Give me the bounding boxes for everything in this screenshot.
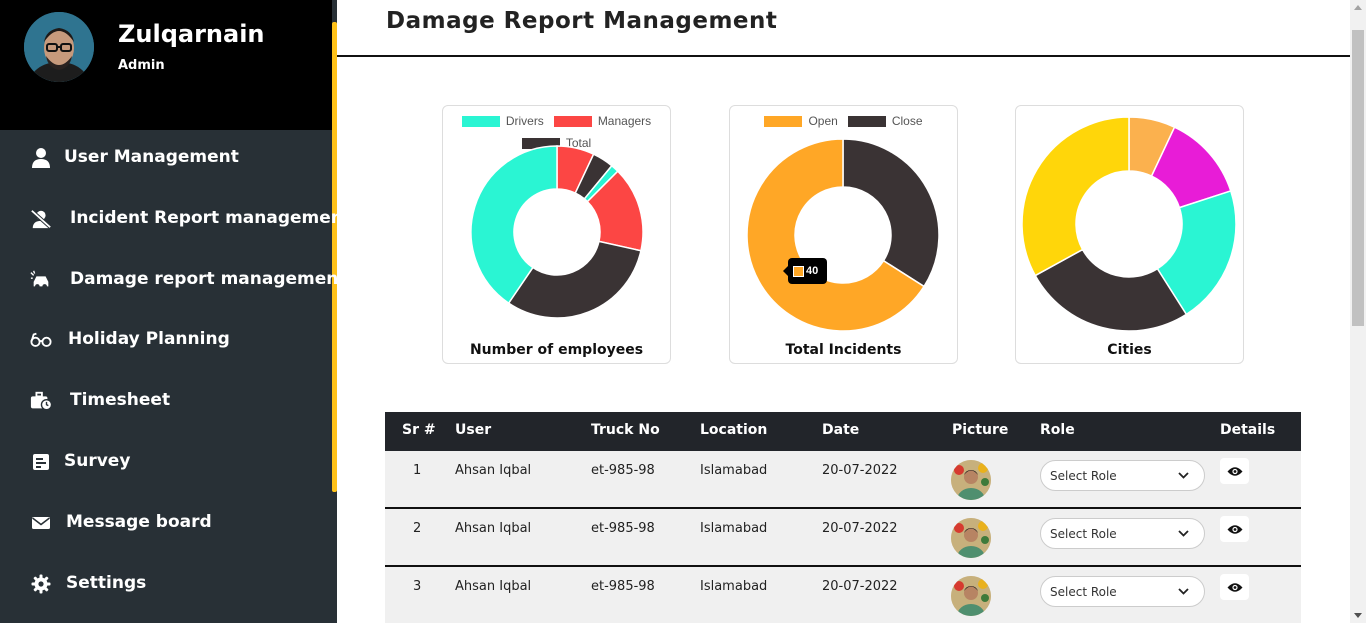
- user-icon: [30, 148, 52, 168]
- cell-location: Islamabad: [700, 521, 768, 536]
- glasses-icon: [30, 330, 52, 350]
- cell-date: 20-07-2022: [822, 463, 898, 478]
- cell-date: 20-07-2022: [822, 521, 898, 536]
- sidebar-item-label: Settings: [66, 573, 147, 593]
- table-row: 3 Ahsan Iqbal et-985-98 Islamabad 20-07-…: [385, 567, 1301, 623]
- cell-location: Islamabad: [700, 579, 768, 594]
- sidebar-item-timesheet[interactable]: Timesheet: [0, 381, 332, 421]
- sidebar-item-settings[interactable]: Settings: [0, 564, 332, 604]
- column-header: Picture: [952, 422, 1009, 438]
- tooltip-swatch: [793, 265, 804, 277]
- column-header: Role: [1040, 422, 1075, 438]
- sidebar-item-label: Holiday Planning: [68, 329, 230, 349]
- main-content: Damage Report Management Drivers Manager…: [337, 0, 1350, 623]
- page-title: Damage Report Management: [386, 8, 778, 34]
- role-select[interactable]: Select Role: [1040, 460, 1205, 491]
- cell-user: Ahsan Iqbal: [455, 463, 532, 478]
- chart-caption: Cities: [1107, 342, 1152, 358]
- cell-location: Islamabad: [700, 463, 768, 478]
- role-select[interactable]: Select Role: [1040, 576, 1205, 607]
- profile-header: Zulqarnain Admin: [0, 0, 332, 130]
- sidebar-item-incident-report[interactable]: Incident Report management: [0, 199, 351, 239]
- profile-name: Zulqarnain: [118, 20, 265, 48]
- view-details-button[interactable]: [1220, 516, 1249, 542]
- table-row: 1 Ahsan Iqbal et-985-98 Islamabad 20-07-…: [385, 451, 1301, 509]
- role-select-value: Select Role: [1050, 526, 1117, 541]
- app-window: Zulqarnain Admin User Management Inciden…: [0, 0, 1366, 623]
- role-select[interactable]: Select Role: [1040, 518, 1205, 549]
- sidebar-item-label: Incident Report management: [70, 208, 352, 228]
- donut-slice[interactable]: [1021, 116, 1130, 277]
- cell-truck-no: et-985-98: [591, 579, 655, 594]
- role-select-value: Select Role: [1050, 468, 1117, 483]
- business-time-icon: [30, 391, 52, 411]
- chevron-down-icon: [1178, 530, 1189, 537]
- view-details-button[interactable]: [1220, 458, 1249, 484]
- user-slash-icon: [30, 209, 52, 229]
- view-details-button[interactable]: [1220, 574, 1249, 600]
- avatar[interactable]: [24, 12, 94, 82]
- poll-icon: [30, 452, 52, 472]
- sidebar-item-label: Timesheet: [70, 390, 171, 410]
- sidebar-item-survey[interactable]: Survey: [0, 442, 332, 482]
- sidebar-item-message-board[interactable]: Message board: [0, 503, 332, 543]
- tooltip-value: 40: [806, 265, 819, 277]
- employees-chart-card: Drivers Managers Total Number of employe…: [442, 105, 671, 364]
- sidebar-item-damage-report[interactable]: Damage report management: [0, 260, 347, 300]
- table-header: Sr # User Truck No Location Date Picture…: [385, 412, 1301, 451]
- envelope-icon: [30, 513, 52, 533]
- column-header: Location: [700, 422, 768, 438]
- employees-donut-chart: [470, 145, 644, 319]
- scroll-up-arrow-icon[interactable]: [1354, 5, 1362, 10]
- cell-truck-no: et-985-98: [591, 521, 655, 536]
- incidents-chart-card: Open Close Total Incidents: [729, 105, 958, 364]
- eye-icon: [1227, 582, 1242, 592]
- column-header: Truck No: [591, 422, 660, 438]
- sidebar-item-label: User Management: [64, 147, 239, 167]
- cell-sr: 3: [413, 579, 422, 594]
- chevron-down-icon: [1178, 472, 1189, 479]
- user-picture[interactable]: [951, 576, 991, 616]
- sidebar-item-label: Damage report management: [70, 269, 347, 289]
- scrollbar-thumb[interactable]: [1352, 30, 1364, 326]
- sidebar-item-label: Survey: [64, 451, 131, 471]
- user-picture[interactable]: [951, 518, 991, 558]
- role-select-value: Select Role: [1050, 584, 1117, 599]
- donut-slice[interactable]: [842, 138, 940, 288]
- gear-icon: [30, 574, 52, 594]
- chart-tooltip: 40: [783, 258, 827, 284]
- car-crash-icon: [30, 270, 52, 290]
- sidebar-item-holiday-planning[interactable]: Holiday Planning: [0, 320, 332, 360]
- cell-user: Ahsan Iqbal: [455, 579, 532, 594]
- profile-role: Admin: [118, 58, 165, 73]
- table-row: 2 Ahsan Iqbal et-985-98 Islamabad 20-07-…: [385, 509, 1301, 567]
- cell-sr: 2: [413, 521, 422, 536]
- column-header: Sr #: [402, 422, 436, 438]
- donut-slice[interactable]: [507, 240, 642, 319]
- page-scrollbar[interactable]: [1350, 0, 1366, 623]
- cell-user: Ahsan Iqbal: [455, 521, 532, 536]
- cities-donut-chart: [1021, 116, 1237, 332]
- scroll-down-arrow-icon[interactable]: [1354, 613, 1362, 618]
- eye-icon: [1227, 524, 1242, 534]
- chevron-down-icon: [1178, 588, 1189, 595]
- incidents-donut-chart: [746, 138, 940, 332]
- title-divider: [337, 55, 1350, 57]
- sidebar-item-user-management[interactable]: User Management: [0, 138, 332, 178]
- column-header: Date: [822, 422, 860, 438]
- cell-sr: 1: [413, 463, 422, 478]
- eye-icon: [1227, 466, 1242, 476]
- sidebar-item-label: Message board: [66, 512, 212, 532]
- chart-caption: Number of employees: [469, 342, 644, 358]
- column-header: User: [455, 422, 492, 438]
- user-picture[interactable]: [951, 460, 991, 500]
- chart-caption: Total Incidents: [785, 342, 902, 358]
- sidebar: Zulqarnain Admin User Management Inciden…: [0, 0, 351, 623]
- column-header: Details: [1220, 422, 1276, 438]
- cities-chart-card: Cities: [1015, 105, 1244, 364]
- cell-date: 20-07-2022: [822, 579, 898, 594]
- cell-truck-no: et-985-98: [591, 463, 655, 478]
